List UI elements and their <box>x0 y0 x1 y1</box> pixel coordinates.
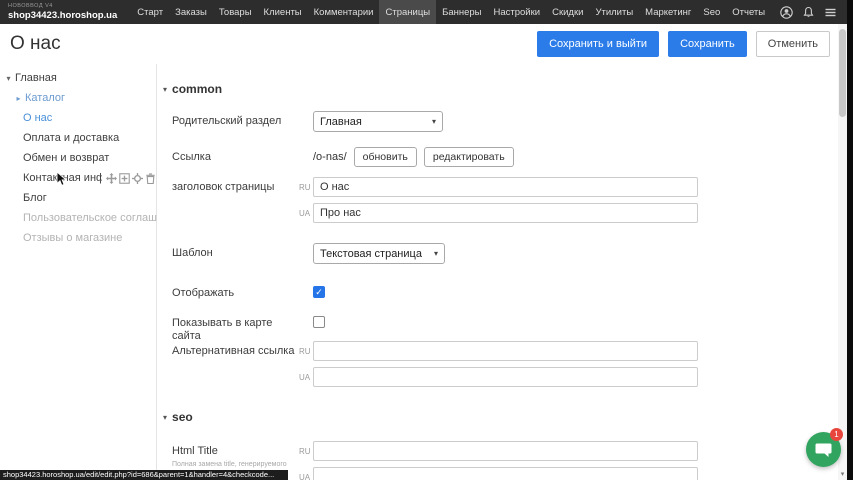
tree-item-store-reviews[interactable]: Отзывы о магазине <box>0 228 156 248</box>
html-title-label-text: Html Title <box>172 445 218 457</box>
chevron-down-icon: ▾ <box>422 249 438 258</box>
tree-item-catalog[interactable]: ▸ Каталог <box>0 88 156 108</box>
nav-pages[interactable]: Страницы <box>379 0 436 24</box>
logo-version-label: НОВОВВОД V4 <box>8 4 117 10</box>
top-navigation-bar: НОВОВВОД V4 shop34423.horoshop.ua Старт … <box>0 0 853 24</box>
save-and-exit-button[interactable]: Сохранить и выйти <box>537 31 659 57</box>
tree-item-label: Главная <box>15 72 57 84</box>
sitemap-label: Показывать в карте сайта <box>172 313 299 343</box>
template-select[interactable]: Текстовая страница ▾ <box>313 243 445 264</box>
trash-delete-icon[interactable] <box>145 173 156 184</box>
tree-item-label: Каталог <box>25 92 65 104</box>
nav-clients[interactable]: Клиенты <box>258 0 308 24</box>
hamburger-menu-icon[interactable] <box>824 6 837 19</box>
lang-ua-label: UA <box>299 467 313 480</box>
tree-item-user-agreement[interactable]: Пользовательское соглашение <box>0 208 156 228</box>
section-title: seo <box>172 410 193 424</box>
page-title-ru-input[interactable] <box>313 177 698 197</box>
display-checkbox[interactable]: ✓ <box>313 286 325 298</box>
tree-item-blog[interactable]: Блог <box>0 188 156 208</box>
lang-ru-label: RU <box>299 177 313 197</box>
tree-item-exchange-return[interactable]: Обмен и возврат <box>0 148 156 168</box>
link-value: /o-nas/ <box>313 147 347 163</box>
scrollbar-down-arrow[interactable]: ▾ <box>838 470 847 478</box>
tree-item-home[interactable]: ▾ Главная <box>0 68 156 88</box>
window-edge <box>847 0 853 480</box>
chevron-down-icon: ▾ <box>420 117 436 126</box>
link-label: Ссылка <box>172 147 299 167</box>
tree-item-label: Блог <box>23 192 47 204</box>
collapse-arrow-icon: ▾ <box>163 413 167 422</box>
tree-item-label: Отзывы о магазине <box>23 232 122 244</box>
tree-item-about-us[interactable]: О нас <box>0 108 156 128</box>
tree-item-payment-delivery[interactable]: Оплата и доставка <box>0 128 156 148</box>
tree-item-label: Контактная инфор <box>23 172 102 184</box>
lang-ru-label: RU <box>299 341 313 361</box>
nav-marketing[interactable]: Маркетинг <box>639 0 697 24</box>
tree-item-label: О нас <box>23 112 52 124</box>
page-header: О нас Сохранить и выйти Сохранить Отмени… <box>0 24 846 64</box>
save-button[interactable]: Сохранить <box>668 31 747 57</box>
parent-section-value: Главная <box>320 116 362 128</box>
add-page-icon[interactable] <box>119 173 130 184</box>
refresh-link-button[interactable]: обновить <box>354 147 417 167</box>
logo-domain: shop34423.horoshop.ua <box>8 11 117 21</box>
alt-link-ru-input[interactable] <box>313 341 698 361</box>
nav-utilities[interactable]: Утилиты <box>589 0 639 24</box>
pages-tree-sidebar: ▾ Главная ▸ Каталог О нас Оплата и доста… <box>0 64 157 480</box>
lang-ru-label: RU <box>299 441 313 461</box>
notifications-bell-icon[interactable] <box>802 6 815 19</box>
parent-section-label: Родительский раздел <box>172 111 299 132</box>
chevron-down-icon[interactable]: ▾ <box>4 74 13 83</box>
tree-item-label: Обмен и возврат <box>23 152 109 164</box>
gear-settings-icon[interactable] <box>132 173 143 184</box>
tree-item-label: Оплата и доставка <box>23 132 119 144</box>
section-common-header[interactable]: ▾ common <box>163 82 222 96</box>
topbar-icons <box>780 6 853 19</box>
header-buttons: Сохранить и выйти Сохранить Отменить <box>537 31 830 57</box>
alt-link-ua-input[interactable] <box>313 367 698 387</box>
logo[interactable]: НОВОВВОД V4 shop34423.horoshop.ua <box>0 2 117 23</box>
display-label: Отображать <box>172 283 299 300</box>
html-title-ua-input[interactable] <box>313 467 698 480</box>
template-label: Шаблон <box>172 243 299 264</box>
tree-item-actions <box>106 173 156 184</box>
alt-link-label: Альтернативная ссылка <box>172 341 299 393</box>
section-seo-header[interactable]: ▾ seo <box>163 410 193 424</box>
html-title-ru-input[interactable] <box>313 441 698 461</box>
edit-link-button[interactable]: редактировать <box>424 147 514 167</box>
chevron-right-icon[interactable]: ▸ <box>14 94 23 103</box>
template-value: Текстовая страница <box>320 248 422 260</box>
collapse-arrow-icon: ▾ <box>163 85 167 94</box>
vertical-scrollbar[interactable]: ▾ <box>838 24 847 480</box>
page-edit-form: ▾ common Родительский раздел Главная ▾ С… <box>157 64 839 480</box>
nav-seo[interactable]: Seo <box>697 0 726 24</box>
main-menu: Старт Заказы Товары Клиенты Комментарии … <box>131 0 771 24</box>
nav-comments[interactable]: Комментарии <box>308 0 380 24</box>
nav-products[interactable]: Товары <box>213 0 258 24</box>
chat-bubble-icon <box>815 442 832 458</box>
chat-unread-badge: 1 <box>830 428 843 441</box>
nav-banners[interactable]: Баннеры <box>436 0 487 24</box>
nav-discounts[interactable]: Скидки <box>546 0 589 24</box>
cancel-button[interactable]: Отменить <box>756 31 830 57</box>
page-title-field-label: заголовок страницы <box>172 177 299 229</box>
html-title-hint: Полная замена title, генерируемого <box>172 461 299 469</box>
section-title: common <box>172 82 222 96</box>
user-account-icon[interactable] <box>780 6 793 19</box>
browser-status-bar: shop34423.horoshop.ua/edit/edit.php?id=6… <box>0 470 288 480</box>
tree-item-contact-info[interactable]: Контактная инфор <box>0 168 156 188</box>
move-drag-icon[interactable] <box>106 173 117 184</box>
lang-ua-label: UA <box>299 203 313 223</box>
nav-settings[interactable]: Настройки <box>488 0 547 24</box>
nav-reports[interactable]: Отчеты <box>726 0 771 24</box>
page-title: О нас <box>10 33 61 55</box>
scrollbar-thumb[interactable] <box>839 29 846 117</box>
nav-start[interactable]: Старт <box>131 0 169 24</box>
page-title-ua-input[interactable] <box>313 203 698 223</box>
parent-section-select[interactable]: Главная ▾ <box>313 111 443 132</box>
lang-ua-label: UA <box>299 367 313 387</box>
nav-orders[interactable]: Заказы <box>169 0 213 24</box>
sitemap-checkbox[interactable] <box>313 316 325 328</box>
